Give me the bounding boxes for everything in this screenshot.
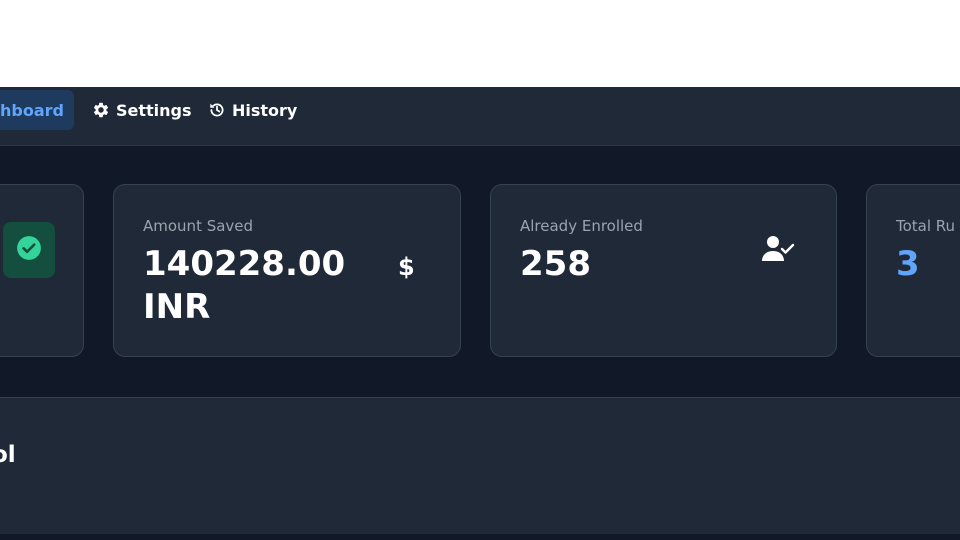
nav-settings[interactable]: Settings (92, 90, 192, 130)
stats-area: Amount Saved 140228.00 INR $ Already Enr… (0, 146, 960, 397)
top-nav: shboard Settings History (0, 87, 960, 146)
total-runs-label: Total Ru (896, 217, 956, 235)
nav-dashboard-label: shboard (0, 100, 64, 120)
total-runs-value: 3 (896, 244, 920, 284)
check-circle-icon (16, 235, 42, 265)
already-enrolled-label: Already Enrolled (520, 217, 643, 235)
stat-card-amount-saved: Amount Saved 140228.00 INR $ (113, 184, 461, 357)
bottom-panel: ol (0, 397, 960, 535)
nav-history-label: History (232, 100, 298, 120)
already-enrolled-value: 258 (520, 244, 591, 284)
amount-saved-value: 140228.00 INR (143, 244, 346, 327)
panel-title: ol (0, 442, 16, 468)
nav-history[interactable]: History (208, 90, 297, 130)
bottom-strip (0, 534, 960, 540)
dollar-icon: $ (398, 253, 415, 281)
gear-icon (92, 101, 110, 119)
stat-card-already-enrolled: Already Enrolled 258 (490, 184, 837, 357)
nav-dashboard[interactable]: shboard (0, 90, 74, 130)
amount-saved-label: Amount Saved (143, 217, 254, 235)
status-badge (3, 222, 55, 278)
stat-card-status (0, 184, 84, 357)
top-blank-area (0, 0, 960, 87)
history-icon (208, 101, 226, 119)
nav-settings-label: Settings (116, 100, 192, 120)
user-check-icon (761, 235, 795, 263)
stat-card-total-runs: Total Ru 3 (866, 184, 960, 357)
